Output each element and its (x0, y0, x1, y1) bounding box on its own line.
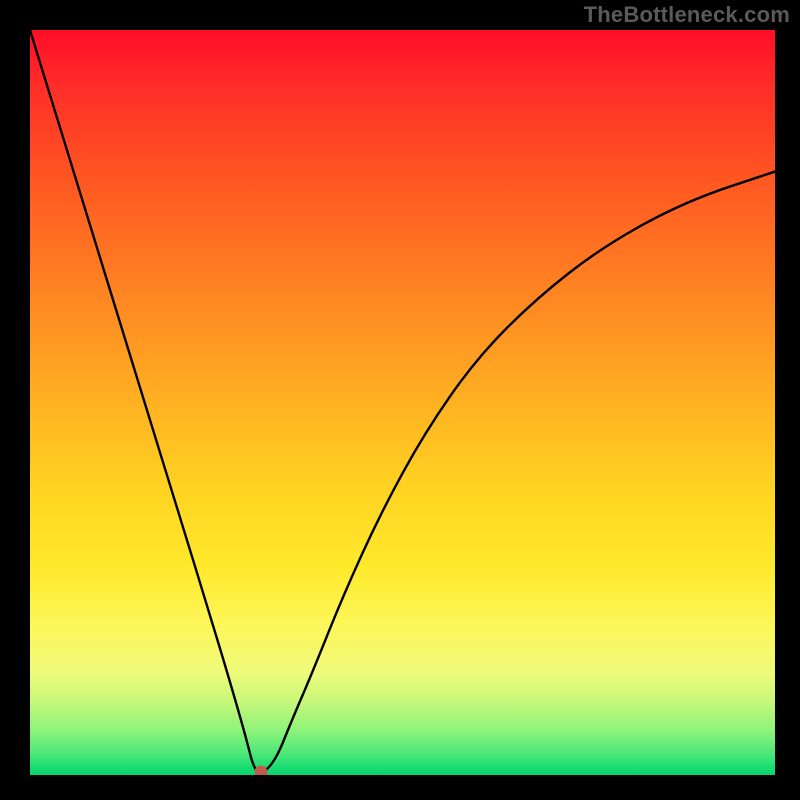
bottleneck-curve (30, 30, 775, 773)
chart-frame: TheBottleneck.com (0, 0, 800, 800)
watermark-text: TheBottleneck.com (584, 2, 790, 28)
minimum-point-dot (255, 766, 267, 775)
plot-area (30, 30, 775, 775)
curve-svg (30, 30, 775, 775)
